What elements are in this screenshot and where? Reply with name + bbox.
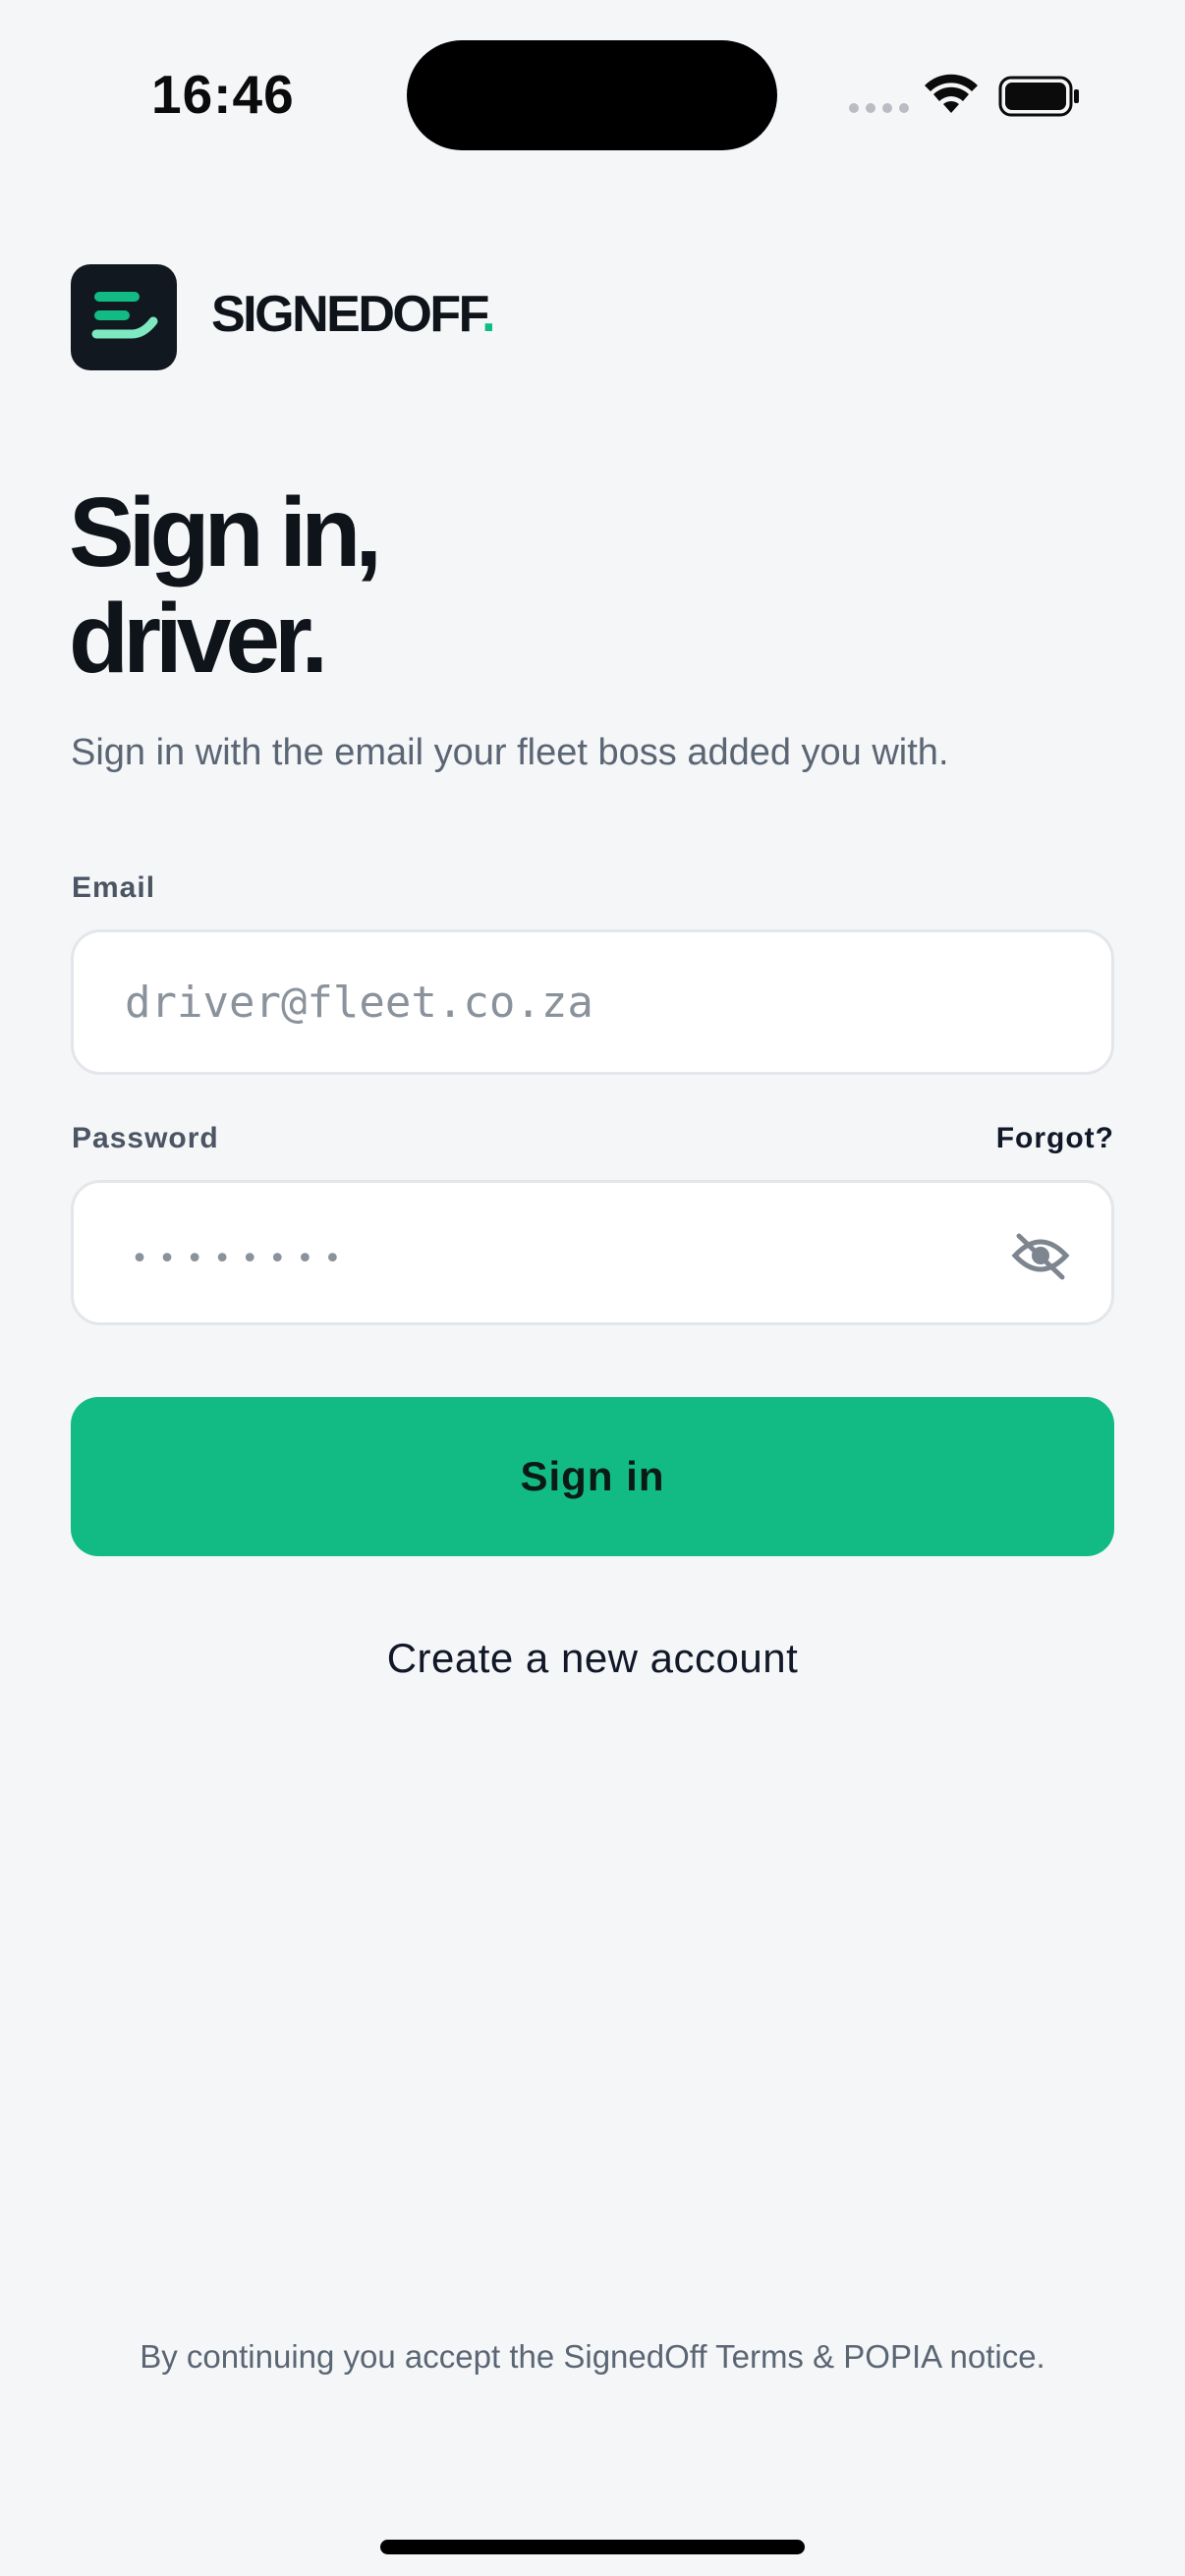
email-label: Email: [72, 871, 156, 904]
home-indicator[interactable]: [380, 2540, 805, 2554]
forgot-password-link[interactable]: Forgot?: [996, 1122, 1114, 1155]
password-input[interactable]: ••••••••: [131, 1242, 352, 1276]
wifi-icon: [925, 74, 978, 113]
eye-off-icon[interactable]: [1011, 1230, 1070, 1281]
password-label: Password: [72, 1122, 219, 1154]
password-field[interactable]: ••••••••: [71, 1180, 1114, 1325]
status-time: 16:46: [151, 64, 295, 125]
brand-name: SIGNEDOFF.: [211, 286, 496, 343]
sign-in-screen: 16:46 SIGNEDOFF. Sign in, driver. Sign i…: [0, 0, 1185, 2576]
dynamic-island: [407, 40, 777, 150]
create-account-link[interactable]: Create a new account: [0, 1635, 1185, 1682]
signature-logo-icon: [71, 264, 177, 370]
sign-in-button[interactable]: Sign in: [71, 1397, 1114, 1556]
terms-notice: By continuing you accept the SignedOff T…: [140, 2338, 1045, 2375]
page-title: Sign in, driver.: [69, 477, 382, 694]
battery-icon: [998, 76, 1079, 117]
email-input[interactable]: [125, 932, 1009, 1072]
page-subtitle: Sign in with the email your fleet boss a…: [71, 732, 949, 773]
page-title-line-1: Sign in,: [69, 477, 382, 588]
email-field[interactable]: [71, 929, 1114, 1075]
page-title-line-2: driver.: [69, 584, 328, 694]
cellular-signal-icon: [849, 103, 909, 113]
